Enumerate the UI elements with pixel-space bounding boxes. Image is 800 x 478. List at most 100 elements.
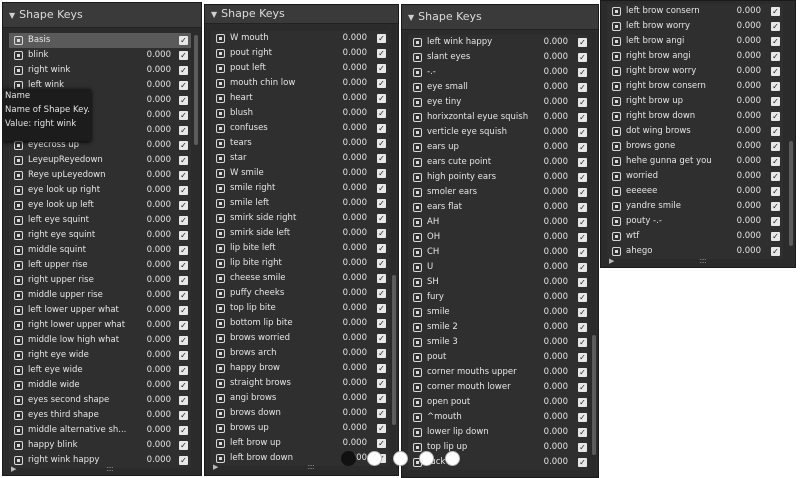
mute-checkbox[interactable]: ✓: [578, 68, 587, 77]
shape-key-value[interactable]: 0.000: [727, 169, 761, 184]
mute-checkbox[interactable]: ✓: [377, 409, 386, 418]
shape-key-row[interactable]: bottom lip bite 0.000 ✓: [211, 316, 389, 331]
shape-key-row[interactable]: slant eyes 0.000 ✓: [408, 50, 588, 65]
mute-checkbox[interactable]: ✓: [179, 216, 188, 225]
shape-key-name[interactable]: left brow up: [230, 436, 334, 451]
mute-checkbox[interactable]: ✓: [377, 94, 386, 103]
mute-checkbox[interactable]: ✓: [179, 396, 188, 405]
shape-key-name[interactable]: U: [427, 260, 535, 275]
shape-key-value[interactable]: 0.000: [137, 243, 171, 258]
shape-key-row[interactable]: pouty -.- 0.000 ✓: [607, 214, 783, 229]
shape-key-row[interactable]: heart 0.000 ✓: [211, 91, 389, 106]
mute-checkbox[interactable]: ✓: [377, 424, 386, 433]
mute-checkbox[interactable]: ✓: [771, 187, 780, 196]
shape-key-value[interactable]: 0.000: [333, 46, 367, 61]
shape-key-name[interactable]: middle upper rise: [28, 288, 138, 303]
shape-key-value[interactable]: 0.000: [727, 79, 761, 94]
shape-key-row[interactable]: happy brow 0.000 ✓: [211, 361, 389, 376]
shape-key-value[interactable]: 0.000: [534, 230, 568, 245]
shape-key-row[interactable]: SH 0.000 ✓: [408, 275, 588, 290]
shape-key-row[interactable]: left brow angi 0.000 ✓: [607, 34, 783, 49]
shape-key-row[interactable]: brows up 0.000 ✓: [211, 421, 389, 436]
scrollbar[interactable]: [592, 335, 596, 455]
shape-key-value[interactable]: 0.000: [137, 93, 171, 108]
shape-key-value[interactable]: 0.000: [333, 331, 367, 346]
mute-checkbox[interactable]: ✓: [578, 158, 587, 167]
shape-key-value[interactable]: 0.000: [727, 109, 761, 124]
shape-key-name[interactable]: middle low high what: [28, 333, 138, 348]
shape-key-row[interactable]: left upper rise 0.000 ✓: [9, 258, 191, 273]
shape-key-name[interactable]: straight brows: [230, 376, 334, 391]
shape-key-value[interactable]: 0.000: [333, 361, 367, 376]
mute-checkbox[interactable]: ✓: [179, 426, 188, 435]
shape-key-value[interactable]: 0.000: [137, 63, 171, 78]
scrollbar[interactable]: [194, 35, 198, 145]
shape-key-name[interactable]: middle squint: [28, 243, 138, 258]
shape-key-value[interactable]: 0.000: [333, 241, 367, 256]
carousel-dot[interactable]: [341, 451, 356, 466]
shape-key-value[interactable]: 0.000: [137, 108, 171, 123]
shape-key-value[interactable]: 0.000: [137, 198, 171, 213]
shape-key-row[interactable]: -.- 0.000 ✓: [408, 65, 588, 80]
shape-key-value[interactable]: 0.000: [137, 123, 171, 138]
shape-key-row[interactable]: pout 0.000 ✓: [408, 350, 588, 365]
mute-checkbox[interactable]: ✓: [578, 323, 587, 332]
shape-key-value[interactable]: 0.000: [137, 318, 171, 333]
mute-checkbox[interactable]: ✓: [771, 82, 780, 91]
mute-checkbox[interactable]: ✓: [771, 52, 780, 61]
mute-checkbox[interactable]: ✓: [771, 22, 780, 31]
shape-key-row[interactable]: worried 0.000 ✓: [607, 169, 783, 184]
shape-key-row[interactable]: smile 2 0.000 ✓: [408, 320, 588, 335]
shape-key-name[interactable]: right brow consern: [626, 79, 728, 94]
shape-key-name[interactable]: eyes third shape: [28, 408, 138, 423]
mute-checkbox[interactable]: ✓: [179, 441, 188, 450]
shape-key-name[interactable]: angi brows: [230, 391, 334, 406]
shape-key-value[interactable]: 0.000: [137, 333, 171, 348]
mute-checkbox[interactable]: ✓: [377, 79, 386, 88]
panel-header[interactable]: ▼ Shape Keys: [3, 3, 201, 28]
triangle-down-icon[interactable]: ▼: [9, 11, 15, 20]
shape-key-value[interactable]: 0.000: [333, 301, 367, 316]
shape-key-row[interactable]: blush 0.000 ✓: [211, 106, 389, 121]
shape-key-name[interactable]: fury: [427, 290, 535, 305]
mute-checkbox[interactable]: ✓: [179, 351, 188, 360]
shape-key-row[interactable]: confuses 0.000 ✓: [211, 121, 389, 136]
shape-key-row[interactable]: middle squint 0.000 ✓: [9, 243, 191, 258]
shape-key-value[interactable]: 0.000: [727, 229, 761, 244]
shape-key-name[interactable]: pout right: [230, 46, 334, 61]
shape-key-name[interactable]: W mouth: [230, 31, 334, 46]
shape-key-row[interactable]: left lower upper what 0.000 ✓: [9, 303, 191, 318]
shape-key-value[interactable]: 0.000: [333, 406, 367, 421]
shape-key-name[interactable]: eye small: [427, 80, 535, 95]
shape-key-value[interactable]: 0.000: [137, 363, 171, 378]
shape-key-value[interactable]: 0.000: [534, 170, 568, 185]
mute-checkbox[interactable]: ✓: [771, 112, 780, 121]
shape-key-row[interactable]: eeeeee 0.000 ✓: [607, 184, 783, 199]
mute-checkbox[interactable]: ✓: [578, 83, 587, 92]
shape-key-row[interactable]: right brow consern 0.000 ✓: [607, 79, 783, 94]
shape-key-value[interactable]: 0.000: [727, 4, 761, 19]
shape-key-value[interactable]: 0.000: [534, 140, 568, 155]
shape-key-name[interactable]: horixzontal eyue squish: [427, 110, 535, 125]
shape-key-name[interactable]: ^mouth: [427, 410, 535, 425]
shape-key-row[interactable]: right lower upper what 0.000 ✓: [9, 318, 191, 333]
mute-checkbox[interactable]: ✓: [377, 259, 386, 268]
shape-key-value[interactable]: 0.000: [534, 395, 568, 410]
mute-checkbox[interactable]: ✓: [377, 154, 386, 163]
mute-checkbox[interactable]: ✓: [578, 428, 587, 437]
shape-key-value[interactable]: 0.000: [534, 365, 568, 380]
shape-key-row[interactable]: LeyeupReyedown 0.000 ✓: [9, 153, 191, 168]
mute-checkbox[interactable]: ✓: [771, 37, 780, 46]
mute-checkbox[interactable]: ✓: [377, 124, 386, 133]
shape-key-name[interactable]: mouth chin low: [230, 76, 334, 91]
shape-key-value[interactable]: 0.000: [333, 256, 367, 271]
shape-key-row[interactable]: blink 0.000 ✓: [9, 48, 191, 63]
mute-checkbox[interactable]: ✓: [578, 248, 587, 257]
shape-key-name[interactable]: happy blink: [28, 438, 138, 453]
shape-key-row[interactable]: happy blink 0.000 ✓: [9, 438, 191, 453]
shape-key-name[interactable]: brows up: [230, 421, 334, 436]
shape-key-row[interactable]: ears up 0.000 ✓: [408, 140, 588, 155]
shape-key-name[interactable]: eyes second shape: [28, 393, 138, 408]
shape-key-value[interactable]: 0.000: [333, 151, 367, 166]
shape-key-row[interactable]: mouth chin low 0.000 ✓: [211, 76, 389, 91]
